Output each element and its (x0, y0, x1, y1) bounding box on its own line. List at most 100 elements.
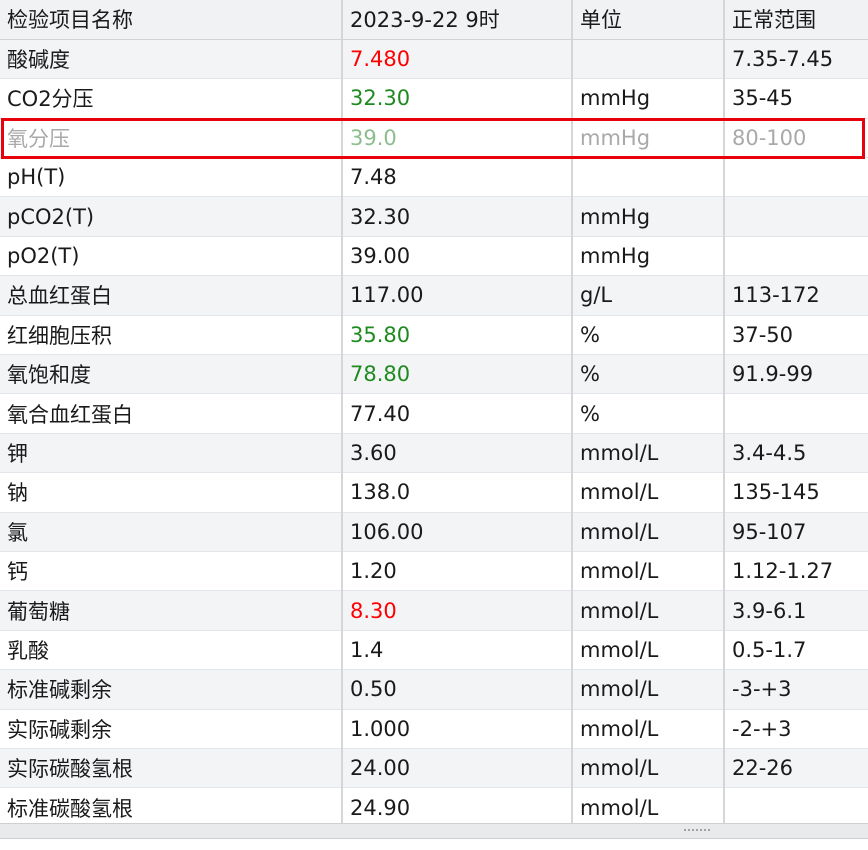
table-row[interactable]: 实际碱剩余 1.000 mmol/L -2-+3 (0, 709, 868, 749)
table-row[interactable]: 总血红蛋白 117.00 g/L 113-172 (0, 275, 868, 316)
cell-normal-range (724, 787, 868, 828)
cell-value: 138.0 (342, 472, 573, 513)
cell-value: 39.0 (342, 118, 573, 159)
table-row[interactable]: 标准碱剩余 0.50 mmol/L -3-+3 (0, 669, 868, 710)
cell-unit: mmHg (572, 118, 725, 159)
cell-normal-range: 3.4-4.5 (724, 433, 868, 474)
table-row[interactable]: CO2分压 32.30 mmHg 35-45 (0, 78, 868, 119)
cell-normal-range: 1.12-1.27 (724, 551, 868, 592)
table-body: 酸碱度 7.480 7.35-7.45 CO2分压 32.30 mmHg 35-45 氧分压 3… (0, 39, 868, 828)
table-row[interactable]: 钠 138.0 mmol/L 135-145 (0, 472, 868, 513)
cell-unit: mmol/L (572, 472, 725, 513)
cell-value: 32.30 (342, 196, 573, 237)
cell-unit: mmol/L (572, 512, 725, 552)
cell-item-name: 钙 (0, 551, 343, 592)
header-item-name[interactable]: 检验项目名称 (0, 0, 343, 40)
cell-unit: mmHg (572, 78, 725, 119)
table-row[interactable]: 酸碱度 7.480 7.35-7.45 (0, 39, 868, 80)
cell-value: 3.60 (342, 433, 573, 474)
table-row[interactable]: 葡萄糖 8.30 mmol/L 3.9-6.1 (0, 590, 868, 631)
cell-item-name: 葡萄糖 (0, 590, 343, 631)
cell-unit: % (572, 354, 725, 395)
cell-normal-range: 0.5-1.7 (724, 630, 868, 671)
resize-grip-icon[interactable] (683, 828, 711, 832)
cell-normal-range: 35-45 (724, 78, 868, 119)
table-row[interactable]: 钾 3.60 mmol/L 3.4-4.5 (0, 433, 868, 474)
cell-normal-range: 80-100 (724, 118, 868, 159)
cell-unit: mmHg (572, 236, 725, 277)
table-row[interactable]: 乳酸 1.4 mmol/L 0.5-1.7 (0, 630, 868, 671)
cell-item-name: 实际碳酸氢根 (0, 748, 343, 789)
cell-normal-range (724, 236, 868, 277)
table-row[interactable]: 实际碳酸氢根 24.00 mmol/L 22-26 (0, 748, 868, 789)
cell-unit: mmol/L (572, 630, 725, 671)
cell-item-name: pH(T) (0, 157, 343, 198)
header-normal-range[interactable]: 正常范围 (724, 0, 868, 40)
cell-normal-range: 37-50 (724, 315, 868, 356)
horizontal-scrollbar[interactable] (0, 823, 868, 839)
table-row[interactable]: 标准碳酸氢根 24.90 mmol/L (0, 787, 868, 828)
cell-item-name: 红细胞压积 (0, 315, 343, 356)
cell-item-name: 乳酸 (0, 630, 343, 671)
cell-value: 1.20 (342, 551, 573, 592)
cell-unit: mmol/L (572, 787, 725, 828)
cell-unit: mmol/L (572, 551, 725, 592)
cell-value: 1.000 (342, 709, 573, 749)
cell-unit: mmol/L (572, 669, 725, 710)
cell-normal-range: -3-+3 (724, 669, 868, 710)
cell-value: 117.00 (342, 275, 573, 316)
cell-unit (572, 39, 725, 80)
cell-item-name: 标准碱剩余 (0, 669, 343, 710)
cell-normal-range (724, 196, 868, 237)
table-row[interactable]: 红细胞压积 35.80% 37-50 (0, 315, 868, 356)
table-row[interactable]: 钙 1.20 mmol/L 1.12-1.27 (0, 551, 868, 592)
cell-unit: mmol/L (572, 709, 725, 749)
cell-value: 77.40 (342, 393, 573, 434)
cell-item-name: 氧饱和度 (0, 354, 343, 395)
cell-unit: % (572, 315, 725, 356)
cell-item-name: 酸碱度 (0, 39, 343, 80)
table-row[interactable]: pCO2(T) 32.30 mmHg (0, 196, 868, 237)
cell-normal-range (724, 157, 868, 198)
cell-normal-range: 91.9-99 (724, 354, 868, 395)
cell-value: 39.00 (342, 236, 573, 277)
cell-value: 7.480 (342, 39, 573, 80)
cell-normal-range (724, 393, 868, 434)
cell-value: 1.4 (342, 630, 573, 671)
cell-unit: % (572, 393, 725, 434)
cell-value: 7.48 (342, 157, 573, 198)
cell-normal-range: 95-107 (724, 512, 868, 552)
header-date[interactable]: 2023-9-22 9时 (342, 0, 573, 40)
cell-normal-range: 113-172 (724, 275, 868, 316)
table-header-row: 检验项目名称 2023-9-22 9时 单位 正常范围 (0, 0, 868, 40)
cell-value: 32.30 (342, 78, 573, 119)
table-row[interactable]: pO2(T) 39.00 mmHg (0, 236, 868, 277)
cell-unit: mmol/L (572, 748, 725, 789)
cell-normal-range: 7.35-7.45 (724, 39, 868, 80)
table-row[interactable]: 氯 106.00 mmol/L 95-107 (0, 512, 868, 552)
cell-item-name: 钠 (0, 472, 343, 513)
header-unit[interactable]: 单位 (572, 0, 725, 40)
lab-results-table: 检验项目名称 2023-9-22 9时 单位 正常范围 酸碱度 7.480 7.35… (0, 0, 868, 828)
table-row[interactable]: 氧合血红蛋白 77.40% (0, 393, 868, 434)
cell-item-name: 氧合血红蛋白 (0, 393, 343, 434)
cell-item-name: pCO2(T) (0, 196, 343, 237)
table-row[interactable]: pH(T) 7.48 (0, 157, 868, 198)
cell-value: 24.00 (342, 748, 573, 789)
cell-unit: mmol/L (572, 590, 725, 631)
cell-normal-range: -2-+3 (724, 709, 868, 749)
cell-normal-range: 3.9-6.1 (724, 590, 868, 631)
cell-unit: mmHg (572, 196, 725, 237)
cell-unit: g/L (572, 275, 725, 316)
cell-value: 0.50 (342, 669, 573, 710)
cell-value: 8.30 (342, 590, 573, 631)
cell-normal-range: 22-26 (724, 748, 868, 789)
table-row[interactable]: 氧饱和度 78.80% 91.9-99 (0, 354, 868, 395)
cell-unit (572, 157, 725, 198)
cell-value: 106.00 (342, 512, 573, 552)
cell-value: 78.80 (342, 354, 573, 395)
cell-unit: mmol/L (572, 433, 725, 474)
table-row[interactable]: 氧分压 39.0 mmHg 80-100 (0, 118, 868, 159)
cell-normal-range: 135-145 (724, 472, 868, 513)
cell-value: 24.90 (342, 787, 573, 828)
